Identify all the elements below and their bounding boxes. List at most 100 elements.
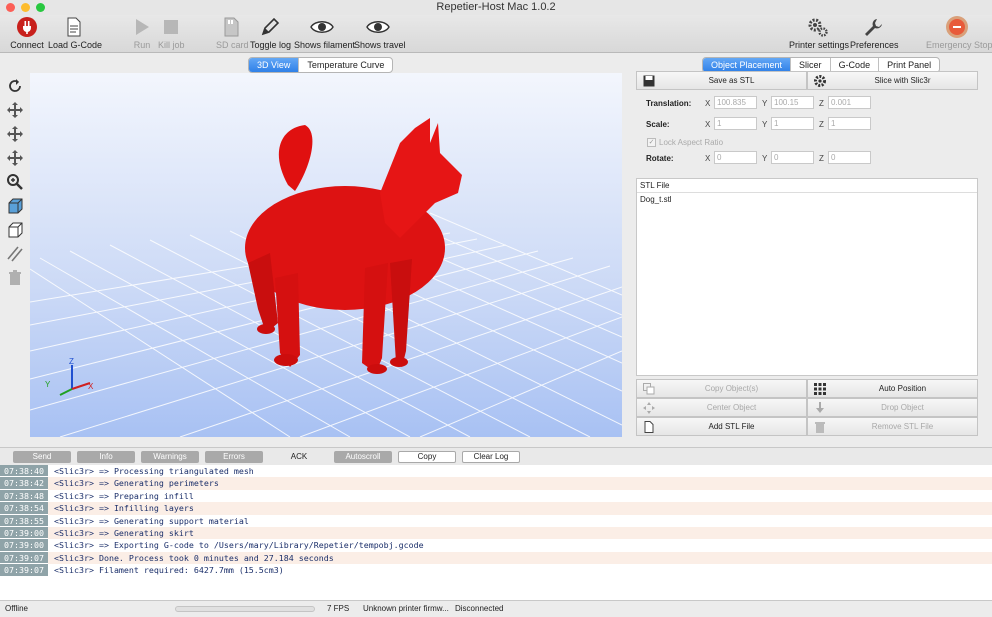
stl-file-row[interactable]: Dog_t.stl bbox=[637, 193, 977, 207]
scale-y-input[interactable] bbox=[771, 117, 814, 130]
printer-settings-button[interactable]: Printer settings bbox=[789, 16, 849, 50]
front-view-button[interactable] bbox=[4, 219, 26, 241]
log-timestamp: 07:38:42 bbox=[0, 477, 48, 490]
axis-z-label: Z bbox=[69, 357, 74, 366]
print-progress-bar bbox=[175, 606, 315, 612]
empty-row bbox=[637, 291, 977, 305]
log-console[interactable]: 07:38:40 <Slic3r> => Processing triangula… bbox=[0, 465, 992, 600]
stop-icon bbox=[164, 20, 178, 34]
load-gcode-button[interactable]: Load G-Code bbox=[48, 16, 103, 50]
3d-viewport[interactable]: Z X Y bbox=[30, 73, 622, 437]
log-message: <Slic3r> => Infilling layers bbox=[54, 503, 194, 514]
close-window-button[interactable] bbox=[6, 3, 15, 12]
info-filter-button[interactable]: Info bbox=[77, 451, 135, 463]
empty-row bbox=[637, 277, 977, 291]
add-stl-button[interactable]: Add STL File bbox=[636, 417, 807, 436]
shows-filament-button[interactable]: Shows filament bbox=[294, 16, 356, 50]
drop-object-button[interactable]: Drop Object bbox=[807, 398, 978, 417]
sd-card-label: SD card bbox=[216, 40, 249, 50]
send-filter-button[interactable]: Send bbox=[13, 451, 71, 463]
delete-object-button[interactable] bbox=[4, 267, 26, 289]
rotate-y-input[interactable] bbox=[771, 151, 814, 164]
window-controls bbox=[6, 3, 45, 12]
play-icon bbox=[136, 19, 149, 35]
move-object-button[interactable] bbox=[4, 147, 26, 169]
log-row: 07:39:00 <Slic3r> => Exporting G-code to … bbox=[0, 539, 992, 552]
log-row: 07:38:54 <Slic3r> => Infilling layers bbox=[0, 502, 992, 515]
rotate-view-button[interactable] bbox=[4, 99, 26, 121]
empty-row bbox=[637, 249, 977, 263]
document-icon bbox=[644, 420, 654, 433]
errors-filter-button[interactable]: Errors bbox=[205, 451, 263, 463]
window-title: Repetier-Host Mac 1.0.2 bbox=[436, 1, 556, 13]
preferences-label: Preferences bbox=[850, 40, 899, 50]
empty-row bbox=[637, 221, 977, 235]
translation-y-input[interactable] bbox=[771, 96, 814, 109]
empty-row bbox=[637, 333, 977, 347]
translation-z-input[interactable] bbox=[828, 96, 871, 109]
cube-outline-icon bbox=[8, 222, 23, 238]
shows-travel-button[interactable]: Shows travel bbox=[354, 16, 406, 50]
emergency-stop-button[interactable]: Emergency Stop bbox=[926, 16, 992, 50]
copy-objects-button[interactable]: Copy Object(s) bbox=[636, 379, 807, 398]
copy-log-button[interactable]: Copy bbox=[398, 451, 456, 463]
ack-filter-button[interactable]: ACK bbox=[270, 451, 328, 463]
empty-row bbox=[637, 305, 977, 319]
center-object-button[interactable]: Center Object bbox=[636, 398, 807, 417]
remove-stl-button[interactable]: Remove STL File bbox=[807, 417, 978, 436]
lock-aspect-checkbox[interactable]: ✓ bbox=[647, 138, 656, 147]
view-tools bbox=[4, 75, 28, 291]
tab-gcode[interactable]: G-Code bbox=[829, 58, 879, 72]
log-message: <Slic3r> => Generating perimeters bbox=[54, 478, 219, 489]
save-as-stl-button[interactable]: Save as STL bbox=[636, 71, 807, 90]
rotate-x-input[interactable] bbox=[714, 151, 757, 164]
tab-3d-view[interactable]: 3D View bbox=[249, 58, 299, 72]
parallel-lines-button[interactable] bbox=[4, 243, 26, 265]
tab-print-panel[interactable]: Print Panel bbox=[878, 58, 939, 72]
log-row: 07:38:55 <Slic3r> => Generating support m… bbox=[0, 514, 992, 527]
zoom-window-button[interactable] bbox=[36, 3, 45, 12]
log-timestamp: 07:39:00 bbox=[0, 539, 48, 552]
remove-stl-label: Remove STL File bbox=[871, 422, 934, 431]
shows-filament-label: Shows filament bbox=[294, 40, 356, 50]
run-button[interactable]: Run bbox=[132, 16, 152, 50]
log-row: 07:38:42 <Slic3r> => Generating perimeter… bbox=[0, 477, 992, 490]
tab-temperature-curve[interactable]: Temperature Curve bbox=[298, 58, 392, 72]
tab-slicer[interactable]: Slicer bbox=[790, 58, 830, 72]
floppy-disk-icon bbox=[643, 75, 655, 86]
main-toolbar: Connect Load G-Code Run Kill job SD card… bbox=[0, 15, 992, 53]
autoscroll-button[interactable]: Autoscroll bbox=[334, 451, 392, 463]
parallel-lines-icon bbox=[7, 246, 23, 262]
scale-x-input[interactable] bbox=[714, 117, 757, 130]
toggle-log-button[interactable]: Toggle log bbox=[250, 16, 291, 50]
zoom-button[interactable] bbox=[4, 171, 26, 193]
slice-button[interactable]: Slice with Slic3r bbox=[807, 71, 978, 90]
translation-x-input[interactable] bbox=[714, 96, 757, 109]
sd-card-icon bbox=[224, 17, 239, 37]
preferences-button[interactable]: Preferences bbox=[850, 16, 899, 50]
sd-card-button[interactable]: SD card bbox=[216, 16, 249, 50]
log-toolbar: Send Info Warnings Errors ACK Autoscroll… bbox=[0, 447, 992, 465]
connect-label: Connect bbox=[10, 40, 44, 50]
empty-row bbox=[637, 235, 977, 249]
load-gcode-label: Load G-Code bbox=[48, 40, 103, 50]
empty-row bbox=[637, 207, 977, 221]
kill-job-button[interactable]: Kill job bbox=[158, 16, 185, 50]
move-view-button[interactable] bbox=[4, 123, 26, 145]
connect-button[interactable]: Connect bbox=[8, 16, 46, 50]
rotate-z-input[interactable] bbox=[828, 151, 871, 164]
connection-status: Offline bbox=[5, 604, 28, 613]
reset-view-button[interactable] bbox=[4, 75, 26, 97]
auto-position-button[interactable]: Auto Position bbox=[807, 379, 978, 398]
empty-row bbox=[637, 263, 977, 277]
iso-view-button[interactable] bbox=[4, 195, 26, 217]
translation-z-label: Z bbox=[819, 99, 824, 108]
minimize-window-button[interactable] bbox=[21, 3, 30, 12]
scale-z-input[interactable] bbox=[828, 117, 871, 130]
warnings-filter-button[interactable]: Warnings bbox=[141, 451, 199, 463]
clear-log-button[interactable]: Clear Log bbox=[462, 451, 520, 463]
tab-object-placement[interactable]: Object Placement bbox=[703, 58, 791, 72]
log-message: <Slic3r> => Preparing infill bbox=[54, 490, 194, 501]
refresh-icon bbox=[9, 79, 21, 92]
log-message: <Slic3r> Done. Process took 0 minutes an… bbox=[54, 552, 334, 563]
